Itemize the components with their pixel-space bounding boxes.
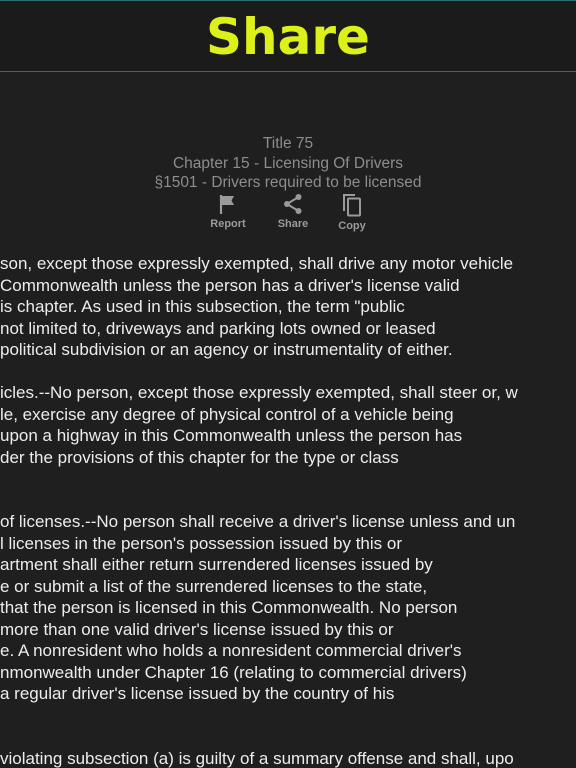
action-toolbar: Report Share Copy bbox=[0, 192, 576, 236]
text-line: son, except those expressly exempted, sh… bbox=[0, 254, 514, 273]
share-label: Share bbox=[277, 218, 309, 230]
flag-icon bbox=[219, 195, 234, 214]
text-line: political subdivision or an agency or in… bbox=[0, 340, 453, 359]
text-line: upon a highway in this Commonwealth unle… bbox=[0, 426, 463, 445]
share-icon bbox=[284, 194, 302, 214]
text-line: le, exercise any degree of physical cont… bbox=[0, 404, 454, 424]
text-line: artment shall either return surrendered … bbox=[0, 555, 433, 574]
text-line: e. A nonresident who holds a nonresident… bbox=[0, 641, 462, 660]
text-line: of licenses.--No person shall receive a … bbox=[0, 512, 516, 531]
text-line: a regular driver's license issued by the… bbox=[0, 684, 395, 703]
copy-label: Copy bbox=[338, 220, 366, 232]
text-line: icles.--No person, except those expressl… bbox=[0, 383, 518, 402]
statute-text: son, except those expressly exempted, sh… bbox=[0, 253, 576, 768]
text-line: not limited to, driveways and parking lo… bbox=[0, 318, 436, 338]
copy-icon bbox=[343, 194, 361, 217]
text-line: nmonwealth under Chapter 16 (relating to… bbox=[0, 662, 467, 682]
text-line: Commonwealth unless the person has a dri… bbox=[0, 275, 460, 295]
page-title: Share bbox=[206, 8, 370, 66]
share-button[interactable]: Share bbox=[266, 192, 320, 230]
text-line: violating subsection (a) is guilty of a … bbox=[0, 748, 514, 768]
report-label: Report bbox=[210, 218, 246, 230]
copy-button[interactable]: Copy bbox=[325, 192, 379, 232]
chapter-label: Chapter 15 - Licensing Of Drivers bbox=[172, 154, 403, 172]
section-label: §1501 - Drivers required to be licensed bbox=[154, 174, 422, 191]
title-label: Title 75 bbox=[262, 135, 314, 152]
statute-citation: Title 75 Chapter 15 - Licensing Of Drive… bbox=[0, 134, 576, 193]
text-line: that the person is licensed in this Comm… bbox=[0, 598, 458, 617]
text-line: more than one valid driver's license iss… bbox=[0, 619, 394, 639]
text-line: l licenses in the person's possession is… bbox=[0, 533, 403, 553]
text-line: is chapter. As used in this subsection, … bbox=[0, 297, 405, 316]
text-line: e or submit a list of the surrendered li… bbox=[0, 576, 428, 596]
text-line: der the provisions of this chapter for t… bbox=[0, 447, 399, 467]
report-button[interactable]: Report bbox=[201, 192, 255, 230]
